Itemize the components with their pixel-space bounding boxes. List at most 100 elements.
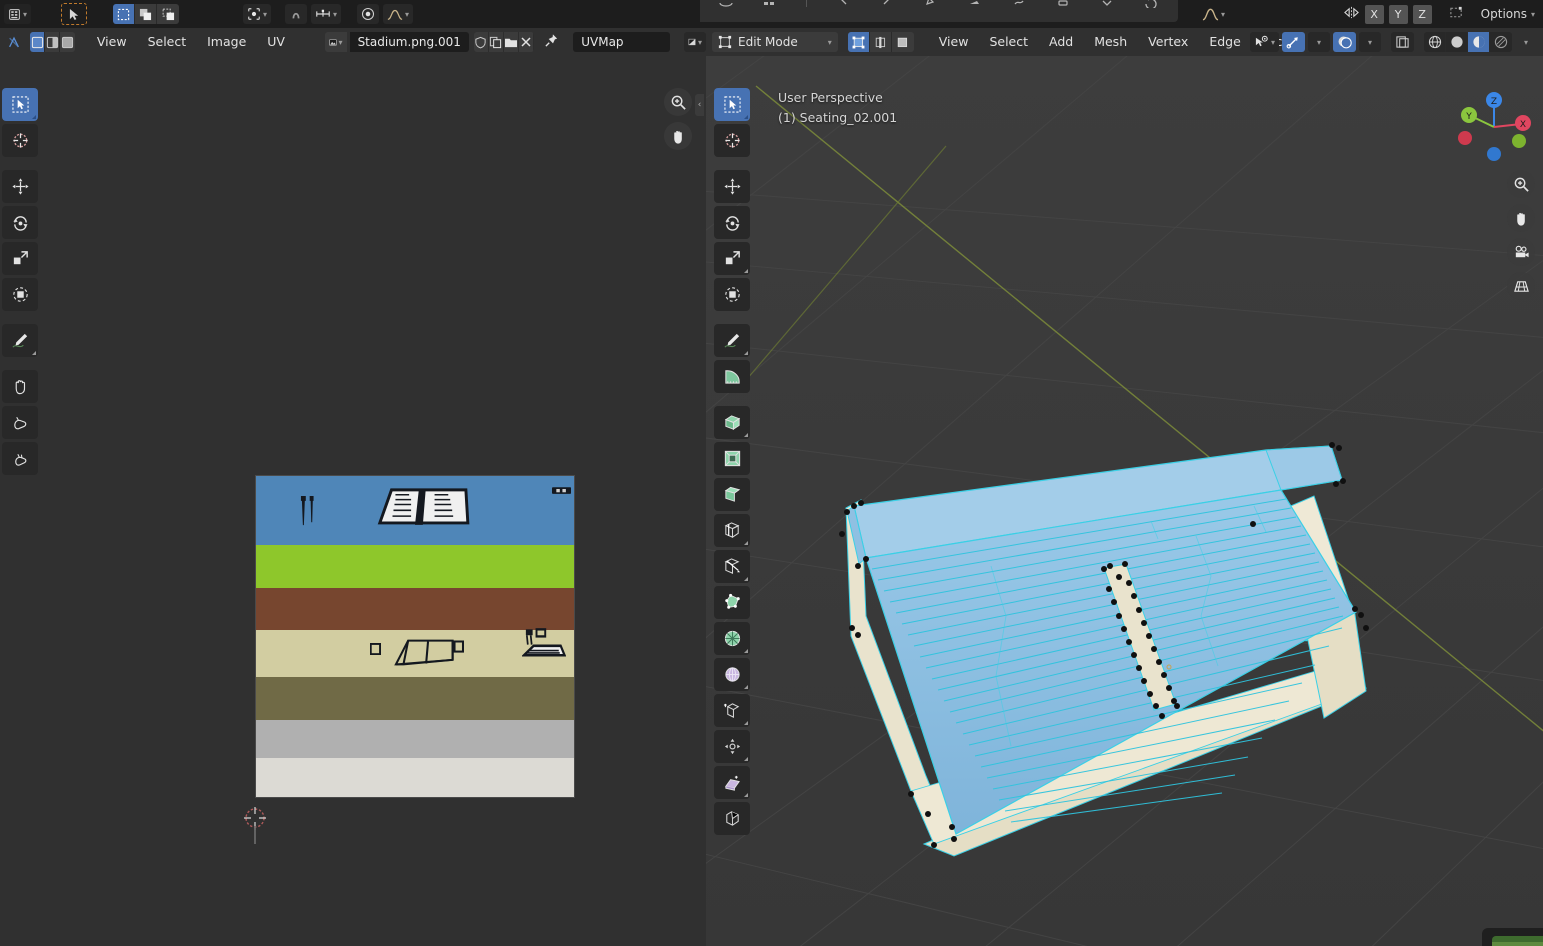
zoom-magnifier-icon[interactable] — [1507, 170, 1535, 198]
gizmo-dropdown[interactable]: ▾ — [1308, 32, 1330, 52]
vp-menu-vertex[interactable]: Vertex — [1139, 28, 1197, 56]
hand-pan-icon[interactable] — [664, 122, 692, 150]
select-subtract-icon[interactable] — [157, 4, 180, 24]
uv-menu-view[interactable]: View — [88, 28, 136, 56]
hand-pan-icon[interactable] — [1507, 204, 1535, 232]
link-icon[interactable] — [1011, 0, 1027, 8]
viewport-3d-canvas[interactable]: User Perspective (1) Seating_02.001 Z Y … — [706, 56, 1543, 946]
image-browse-icon[interactable]: ▾ — [324, 32, 347, 52]
vp-tool-rotate[interactable] — [714, 206, 750, 239]
vp-tool-transform[interactable] — [714, 278, 750, 311]
solid-sphere-icon[interactable] — [1446, 32, 1468, 52]
vp-tool-shrink-fatten[interactable] — [714, 730, 750, 763]
mirror-axis-x[interactable]: X — [1364, 4, 1384, 24]
vp-tool-move[interactable] — [714, 170, 750, 203]
editor-type-icon[interactable]: ▾ — [4, 4, 32, 24]
select-mode-group[interactable] — [113, 4, 180, 24]
snap-target-icon[interactable]: ▾ — [311, 4, 342, 24]
gizmo-toggle[interactable] — [1282, 32, 1305, 52]
vp-tool-knife[interactable] — [714, 550, 750, 583]
refresh-icon[interactable] — [1143, 0, 1159, 8]
wireframe-globe-icon[interactable] — [1424, 32, 1446, 52]
tool-grab-uv[interactable] — [2, 370, 38, 403]
tool-annotate[interactable] — [2, 324, 38, 357]
shading-dropdown[interactable]: ▾ — [1515, 32, 1537, 52]
check-icon[interactable] — [1099, 0, 1115, 8]
shield-icon[interactable] — [473, 32, 489, 52]
duplicate-icon[interactable] — [488, 32, 504, 52]
vp-tool-inset-faces[interactable] — [714, 442, 750, 475]
vertex-select-mode[interactable] — [847, 32, 870, 52]
tool-transform[interactable] — [2, 278, 38, 311]
vp-tool-smooth[interactable] — [714, 658, 750, 691]
vp-tool-edge-slide[interactable] — [714, 694, 750, 727]
options-button[interactable]: Options ▾ — [1481, 7, 1535, 21]
uv-paint-icon[interactable] — [45, 32, 61, 52]
tool-scale[interactable] — [2, 242, 38, 275]
undo-icon[interactable] — [835, 0, 851, 8]
tool-pinch-uv[interactable] — [2, 442, 38, 475]
vp-tool-tweak[interactable] — [714, 88, 750, 121]
pin-icon[interactable] — [544, 33, 559, 52]
material-sphere-icon[interactable] — [1468, 32, 1490, 52]
file-icon[interactable] — [718, 0, 734, 8]
vp-tool-bevel[interactable] — [714, 478, 750, 511]
vp-tool-rip-region[interactable] — [714, 802, 750, 835]
interpolation-curve-icon[interactable]: ▾ — [1198, 4, 1229, 24]
screenshot-history-strip[interactable] — [1482, 928, 1543, 946]
uv-menu-image[interactable]: Image — [198, 28, 255, 56]
shading-mode-group[interactable] — [1424, 32, 1512, 52]
cursor-tool-icon[interactable] — [61, 3, 88, 25]
camera-icon[interactable] — [1507, 238, 1535, 266]
uv-editor-icon[interactable] — [3, 32, 25, 52]
perspective-grid-icon[interactable] — [1507, 272, 1535, 300]
face-select-mode[interactable] — [891, 32, 914, 52]
2d-cursor-icon[interactable] — [239, 806, 271, 844]
uv-mask-icon[interactable] — [60, 32, 76, 52]
mirror-axis-z[interactable]: Z — [1412, 4, 1432, 24]
uv-display-mode-group[interactable] — [30, 32, 76, 52]
folder-icon[interactable] — [503, 32, 519, 52]
snap-magnet-icon[interactable] — [285, 4, 308, 24]
vp-tool-extrude-region[interactable] — [714, 406, 750, 439]
image-name-field[interactable]: Stadium.png.001 — [349, 32, 469, 52]
overlays-dropdown[interactable]: ▾ — [1359, 32, 1381, 52]
select-box-icon[interactable] — [113, 4, 136, 24]
uv-menu-select[interactable]: Select — [139, 28, 196, 56]
vp-tool-spin[interactable] — [714, 622, 750, 655]
edge-select-mode[interactable] — [869, 32, 892, 52]
vp-menu-add[interactable]: Add — [1040, 28, 1082, 56]
visibility-selector[interactable]: ▾ — [1249, 32, 1279, 52]
uv-sidebar-toggle[interactable]: ‹ — [695, 94, 704, 116]
box-icon[interactable] — [1055, 0, 1071, 8]
close-icon[interactable] — [518, 32, 534, 52]
proportional-edit-icon[interactable] — [357, 4, 380, 24]
vp-tool-poly-build[interactable] — [714, 586, 750, 619]
tool-relax-uv[interactable] — [2, 406, 38, 439]
grid-icon[interactable] — [762, 0, 778, 8]
axis-navigation-gizmo[interactable]: Z Y X — [1453, 86, 1535, 168]
thumb-stadium-render[interactable] — [1492, 936, 1543, 946]
tool-tweak[interactable] — [2, 88, 38, 121]
uv-menu-uv[interactable]: UV — [258, 28, 294, 56]
vp-menu-view[interactable]: View — [930, 28, 978, 56]
snap-target-vertex-icon[interactable] — [1448, 5, 1465, 24]
mode-selector[interactable]: Edit Mode ▾ — [712, 32, 838, 52]
mesh-seating-02[interactable] — [706, 56, 1543, 946]
redo-icon[interactable] — [879, 0, 895, 8]
rendered-sphere-icon[interactable] — [1490, 32, 1512, 52]
vp-menu-mesh[interactable]: Mesh — [1085, 28, 1136, 56]
mirror-axis-y[interactable]: Y — [1388, 4, 1408, 24]
vp-tool-measure[interactable] — [714, 360, 750, 393]
vp-menu-edge[interactable]: Edge — [1200, 28, 1249, 56]
pivot-point-icon[interactable]: ▾ — [243, 4, 272, 24]
vp-tool-shear[interactable] — [714, 766, 750, 799]
overlays-toggle[interactable] — [1333, 32, 1356, 52]
vp-tool-scale[interactable] — [714, 242, 750, 275]
uv-map-field[interactable]: UVMap — [573, 32, 670, 52]
arrow-icon[interactable] — [923, 0, 939, 8]
xray-toggle[interactable] — [1391, 32, 1414, 52]
mesh-select-mode-group[interactable] — [847, 32, 914, 52]
mirror-icon[interactable] — [1343, 5, 1360, 24]
uv-canvas[interactable]: ‹ — [0, 56, 706, 946]
